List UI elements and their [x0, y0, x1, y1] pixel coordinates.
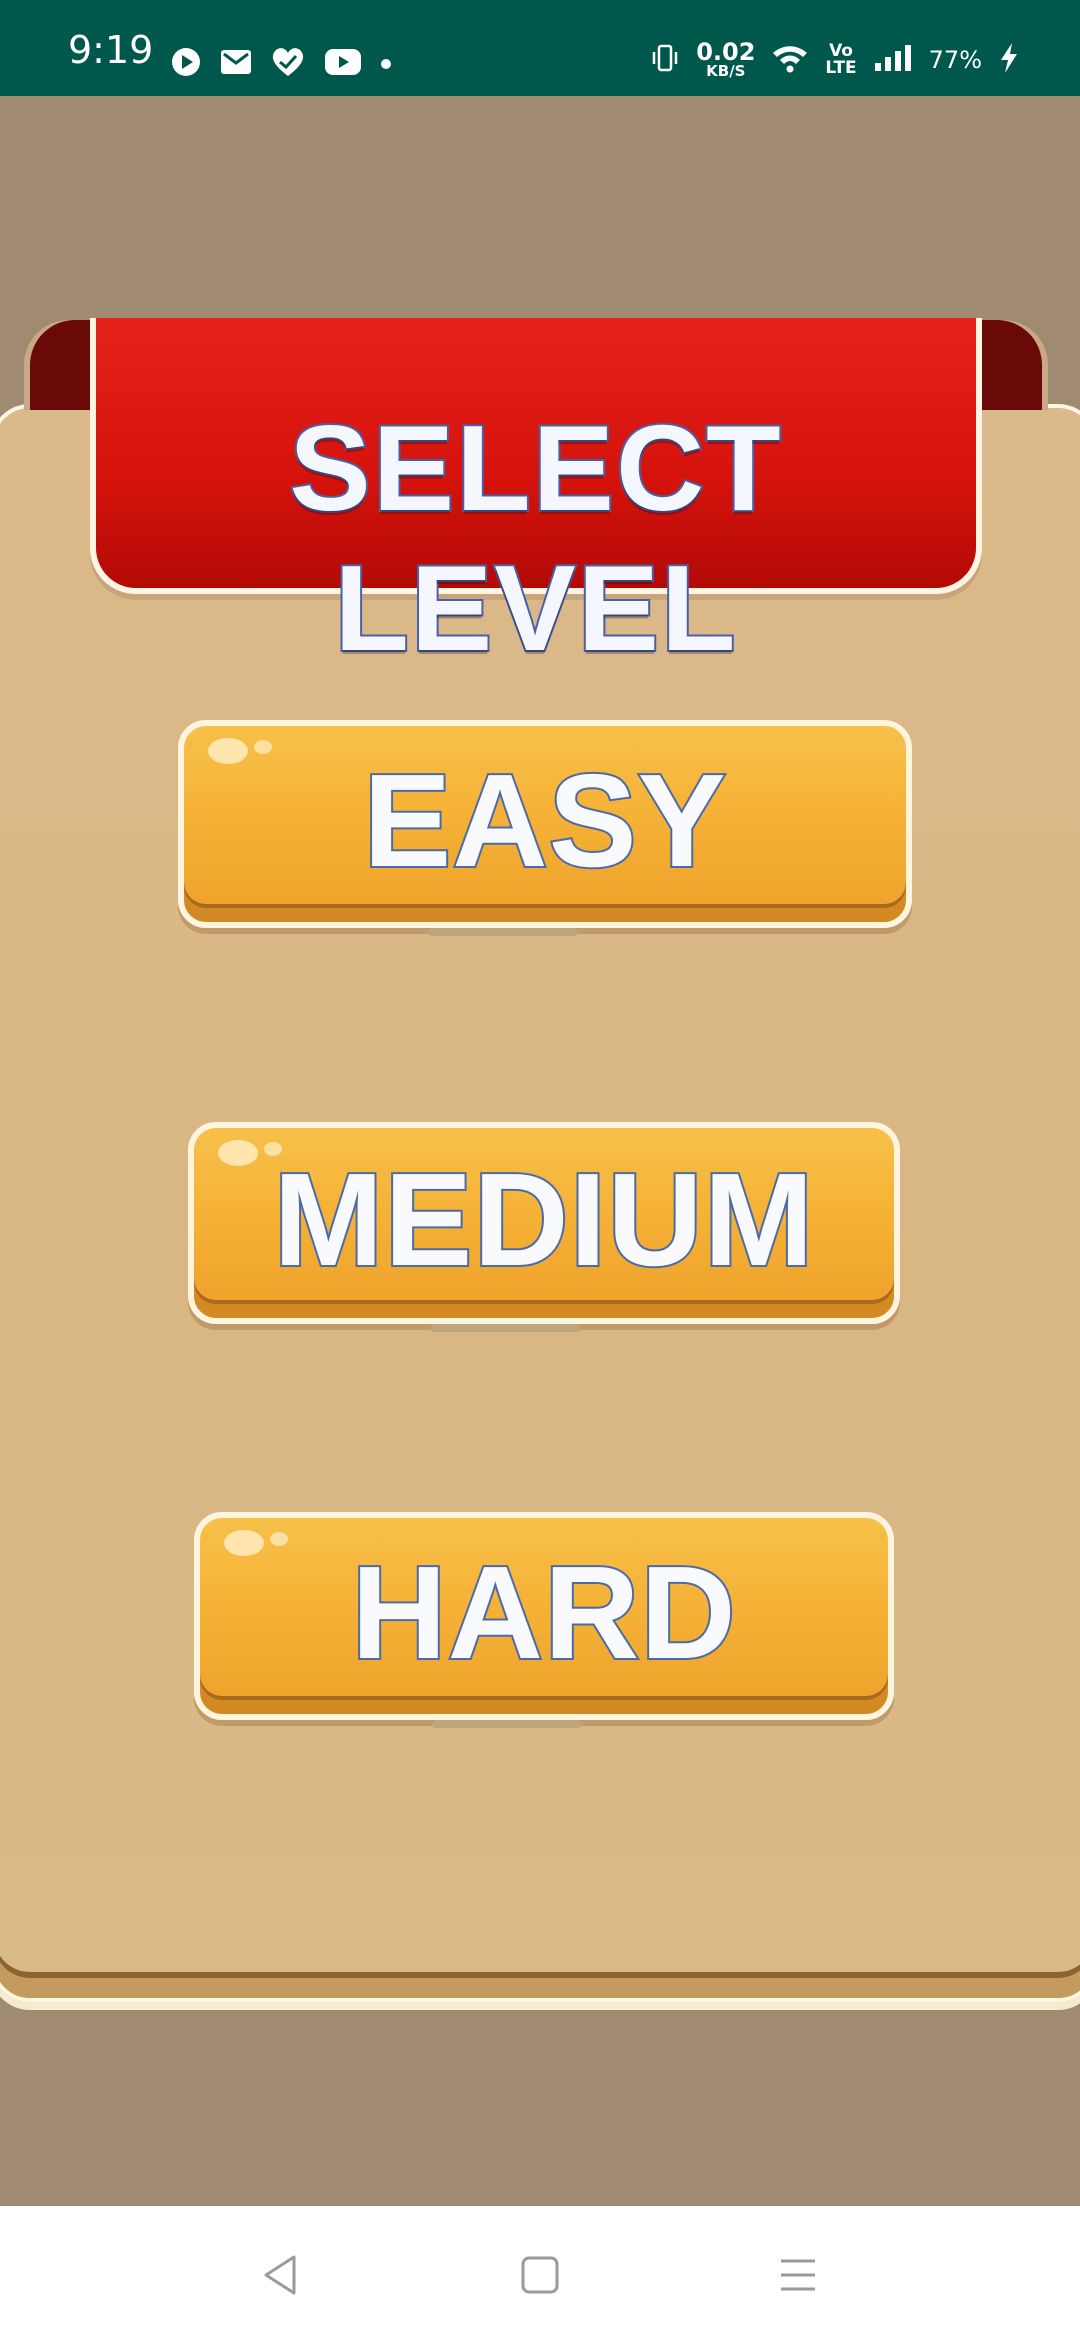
- network-speed-value: 0.02: [696, 38, 756, 66]
- hard-label: HARD: [349, 1537, 737, 1688]
- vibrate-icon: [650, 43, 680, 77]
- battery-percent: 77%: [928, 45, 982, 74]
- signal-icon: [873, 43, 913, 77]
- button-shadow: [428, 928, 578, 936]
- page-title: SELECT LEVEL: [287, 398, 783, 678]
- youtube-icon: [324, 48, 362, 80]
- recent-apps-button[interactable]: [768, 2250, 828, 2300]
- medium-level-button[interactable]: MEDIUM: [188, 1122, 900, 1324]
- network-speed-unit: KB/S: [706, 62, 746, 80]
- network-speed: 0.02 KB/S: [696, 40, 755, 79]
- button-gloss: [254, 740, 272, 754]
- hard-level-button[interactable]: HARD: [194, 1512, 894, 1720]
- button-shadow: [432, 1720, 582, 1728]
- volte-bottom: LTE: [825, 57, 857, 78]
- play-icon: [170, 46, 202, 82]
- button-shadow: [430, 1324, 580, 1332]
- easy-label: EASY: [361, 745, 727, 896]
- navigation-bar: [0, 2206, 1080, 2340]
- button-gloss: [264, 1142, 282, 1156]
- title-banner: SELECT LEVEL: [90, 318, 982, 678]
- dot-icon: [380, 55, 392, 74]
- button-gloss: [208, 738, 248, 764]
- notification-icons: [170, 46, 392, 82]
- home-icon: [521, 2256, 559, 2294]
- button-gloss: [224, 1530, 264, 1556]
- status-bar: 9:19 0.02 KB/S Vo LTE 77%: [0, 0, 1080, 96]
- system-icons: 0.02 KB/S Vo LTE 77%: [650, 40, 1020, 79]
- menu-icon: [781, 2259, 815, 2291]
- back-icon: [264, 2255, 296, 2295]
- button-gloss: [270, 1532, 288, 1546]
- button-gloss: [218, 1140, 258, 1166]
- easy-level-button[interactable]: EASY: [178, 720, 912, 928]
- back-button[interactable]: [250, 2250, 310, 2300]
- heart-check-icon: [270, 46, 306, 82]
- medium-label: MEDIUM: [271, 1144, 815, 1295]
- home-button[interactable]: [510, 2250, 570, 2300]
- gmail-icon: [220, 49, 252, 79]
- volte-indicator: Vo LTE: [825, 43, 857, 78]
- status-time: 9:19: [68, 28, 154, 72]
- charging-icon: [998, 42, 1020, 78]
- wifi-icon: [771, 43, 809, 77]
